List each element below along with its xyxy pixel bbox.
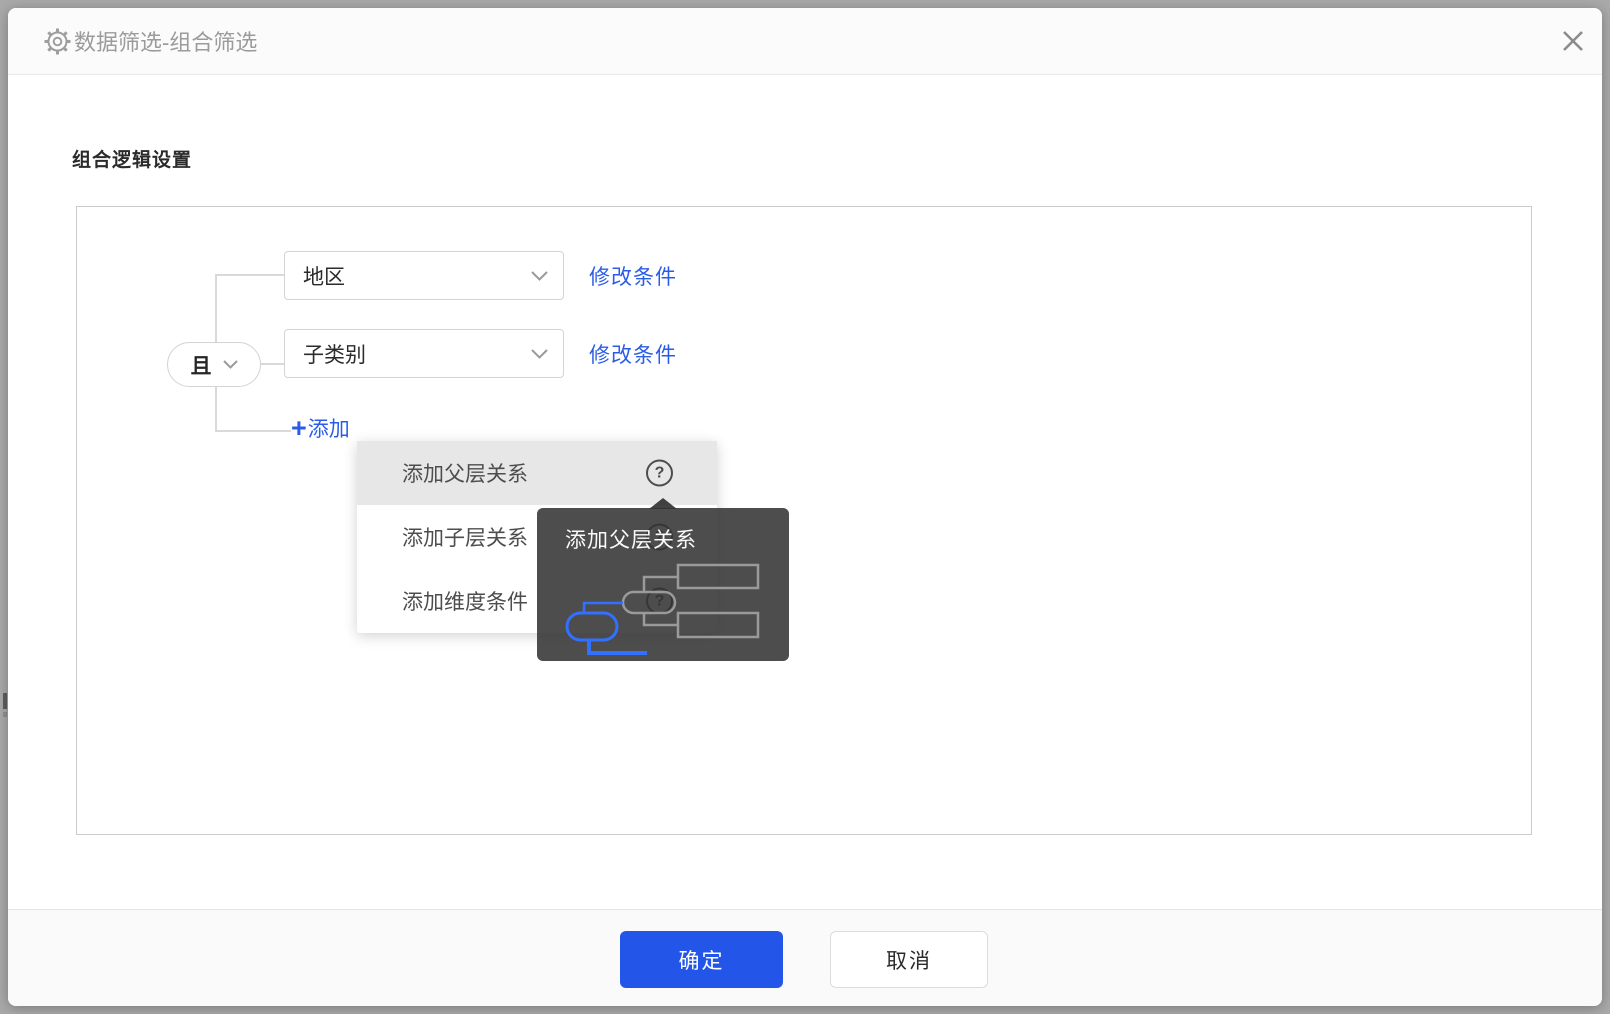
menu-item-label: 添加父层关系 <box>402 463 528 486</box>
help-tooltip: 添加父层关系 <box>537 498 789 661</box>
field-select-region[interactable]: 地区 <box>284 251 564 300</box>
gear-icon <box>44 28 71 55</box>
menu-item-label: 添加子层关系 <box>402 527 528 550</box>
close-icon[interactable] <box>1556 24 1590 58</box>
modify-condition-link[interactable]: 修改条件 <box>589 329 677 378</box>
dialog-footer: 确定 取消 <box>8 909 1602 1006</box>
field-select-subcategory[interactable]: 子类别 <box>284 329 564 378</box>
chevron-down-icon <box>531 270 548 281</box>
tooltip-title: 添加父层关系 <box>565 529 697 552</box>
tooltip-arrow <box>649 498 677 509</box>
combination-logic-panel: 且 地区 修改条件 子类别 修改条件 + 添加 <box>76 206 1532 835</box>
modify-condition-link[interactable]: 修改条件 <box>589 251 677 300</box>
tree-connector <box>260 363 285 365</box>
field-select-value: 地区 <box>303 265 345 289</box>
background-page-fragment <box>3 712 7 717</box>
menu-item-add-parent-relation[interactable]: 添加父层关系 ? <box>357 441 717 505</box>
logic-operator-select[interactable]: 且 <box>167 342 261 387</box>
tree-connector <box>215 387 217 432</box>
background-page-fragment <box>3 693 7 709</box>
confirm-button[interactable]: 确定 <box>620 931 783 988</box>
tree-connector <box>215 430 291 432</box>
menu-item-label: 添加维度条件 <box>402 591 528 614</box>
add-link-label: 添加 <box>307 418 350 441</box>
chevron-down-icon <box>222 360 238 369</box>
parent-relation-diagram <box>537 558 789 666</box>
section-heading: 组合逻辑设置 <box>72 150 193 171</box>
dialog-title: 数据筛选-组合筛选 <box>74 30 258 55</box>
logic-operator-value: 且 <box>190 354 212 378</box>
plus-icon: + <box>291 412 307 443</box>
tree-connector <box>215 275 217 343</box>
add-condition-link[interactable]: + 添加 <box>291 413 350 443</box>
chevron-down-icon <box>531 348 548 359</box>
help-icon[interactable]: ? <box>646 459 673 487</box>
cancel-button[interactable]: 取消 <box>830 931 988 988</box>
dialog-header: 数据筛选-组合筛选 <box>8 8 1602 75</box>
dialog-title-wrap: 数据筛选-组合筛选 <box>44 8 257 74</box>
data-filter-dialog: 数据筛选-组合筛选 组合逻辑设置 且 地区 修改条件 子类别 修改条件 + 添加… <box>8 8 1602 1006</box>
field-select-value: 子类别 <box>303 343 366 367</box>
tree-connector <box>215 274 285 276</box>
